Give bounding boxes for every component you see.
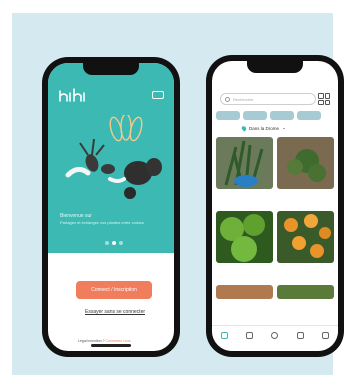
tagline-title: Bienvenue sur bbox=[60, 213, 92, 219]
try-without-account-link[interactable]: Essayer sans se connecter bbox=[70, 309, 160, 315]
legal-footer: Légal invention ? Connectez vous bbox=[78, 339, 131, 343]
category-chip[interactable] bbox=[297, 111, 321, 120]
welcome-screen: Bienvenue sur Partagez et échangez vos p… bbox=[48, 63, 174, 351]
carousel-dots bbox=[105, 241, 123, 245]
tagline-body: Partagez et échangez vos plantes entre v… bbox=[60, 220, 144, 225]
category-chips bbox=[216, 111, 321, 120]
carousel-dot-active[interactable] bbox=[112, 241, 116, 245]
plant-photo[interactable] bbox=[216, 285, 273, 299]
grid-view-icon[interactable] bbox=[318, 93, 330, 105]
search-placeholder: Rechercher bbox=[233, 96, 254, 102]
app-logo bbox=[59, 88, 85, 102]
background-card: Bienvenue sur Partagez et échangez vos p… bbox=[12, 13, 344, 375]
search-input[interactable]: Rechercher bbox=[220, 93, 316, 105]
add-icon[interactable] bbox=[271, 332, 279, 339]
plant-photo[interactable] bbox=[277, 285, 334, 299]
card-meta bbox=[216, 266, 273, 282]
card-meta bbox=[277, 192, 334, 208]
home-indicator bbox=[91, 344, 131, 347]
plant-illustration bbox=[65, 115, 162, 199]
card-meta bbox=[216, 192, 273, 208]
login-link[interactable]: Connectez vous bbox=[105, 339, 130, 343]
category-chip[interactable] bbox=[243, 111, 267, 120]
bottom-nav bbox=[212, 325, 338, 351]
carousel-dot[interactable] bbox=[119, 241, 123, 245]
hero-panel: Bienvenue sur Partagez et échangez vos p… bbox=[48, 63, 174, 253]
carousel-dot[interactable] bbox=[105, 241, 109, 245]
connect-button[interactable]: Connect / Inscription bbox=[76, 281, 152, 299]
profile-icon[interactable] bbox=[321, 332, 329, 339]
notch bbox=[247, 61, 303, 73]
camera-icon[interactable] bbox=[152, 91, 164, 99]
card-meta bbox=[277, 266, 334, 282]
location-pin-icon bbox=[240, 124, 248, 132]
notch bbox=[83, 63, 139, 75]
plant-photo[interactable] bbox=[216, 211, 273, 263]
legal-prefix: Légal invention ? bbox=[78, 339, 105, 343]
search-icon[interactable] bbox=[246, 332, 254, 339]
location-filter[interactable]: Dans la Drome ⌄ bbox=[240, 124, 286, 132]
search-icon bbox=[225, 96, 230, 102]
plant-photo[interactable] bbox=[277, 211, 334, 263]
plant-photo[interactable] bbox=[216, 137, 273, 189]
home-icon[interactable] bbox=[221, 332, 229, 339]
category-chip[interactable] bbox=[270, 111, 294, 120]
phone-welcome: Bienvenue sur Partagez et échangez vos p… bbox=[42, 57, 180, 357]
message-icon[interactable] bbox=[296, 332, 304, 339]
plant-grid bbox=[216, 137, 334, 299]
location-filter-label: Dans la Drome bbox=[249, 125, 280, 131]
plant-photo[interactable] bbox=[277, 137, 334, 189]
feed-screen: Rechercher Dans la Drome ⌄ bbox=[212, 61, 338, 351]
phone-feed: Rechercher Dans la Drome ⌄ bbox=[206, 55, 344, 357]
chevron-down-icon: ⌄ bbox=[282, 125, 286, 130]
category-chip[interactable] bbox=[216, 111, 240, 120]
